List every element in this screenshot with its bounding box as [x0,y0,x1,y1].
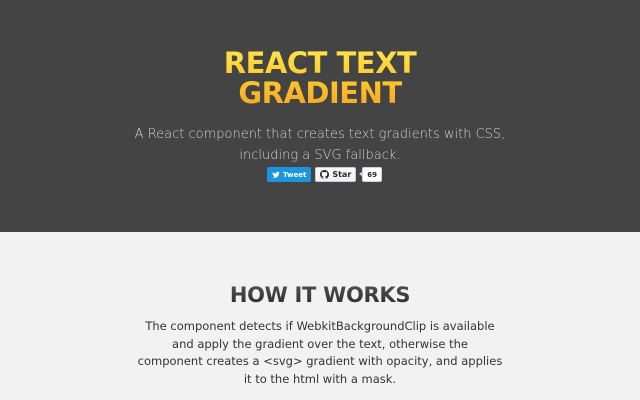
title-line-1: REACT TEXT [223,46,417,80]
title-line-2: GRADIENT [238,76,402,110]
star-label: Star [332,170,352,179]
star-count[interactable]: 69 [359,167,383,182]
social-buttons: Tweet Star 69 [267,167,383,182]
page-title: REACT TEXT GRADIENT [0,48,640,108]
github-star-button[interactable]: Star [315,167,357,182]
section-title: HOW IT WORKS [0,282,640,308]
section-body: The component detects if WebkitBackgroun… [0,318,640,388]
body-line-3: component creates a <svg> gradient with … [137,354,503,368]
hero-subtitle: A React component that creates text grad… [0,124,640,166]
subtitle-line-1: A React component that creates text grad… [134,127,506,142]
tweet-label: Tweet [283,170,307,179]
subtitle-line-2: including a SVG fallback. [239,148,401,163]
hero-section: REACT TEXT GRADIENT A React component th… [0,0,640,232]
twitter-bird-icon [272,171,280,178]
how-it-works-section: HOW IT WORKS The component detects if We… [0,232,640,400]
body-line-4: it to the html with a mask. [243,371,397,386]
body-line-1: The component detects if WebkitBackgroun… [145,319,495,333]
github-mark-icon [320,170,330,179]
body-line-2: and apply the gradient over the text, ot… [172,336,468,351]
tweet-button[interactable]: Tweet [267,167,312,182]
